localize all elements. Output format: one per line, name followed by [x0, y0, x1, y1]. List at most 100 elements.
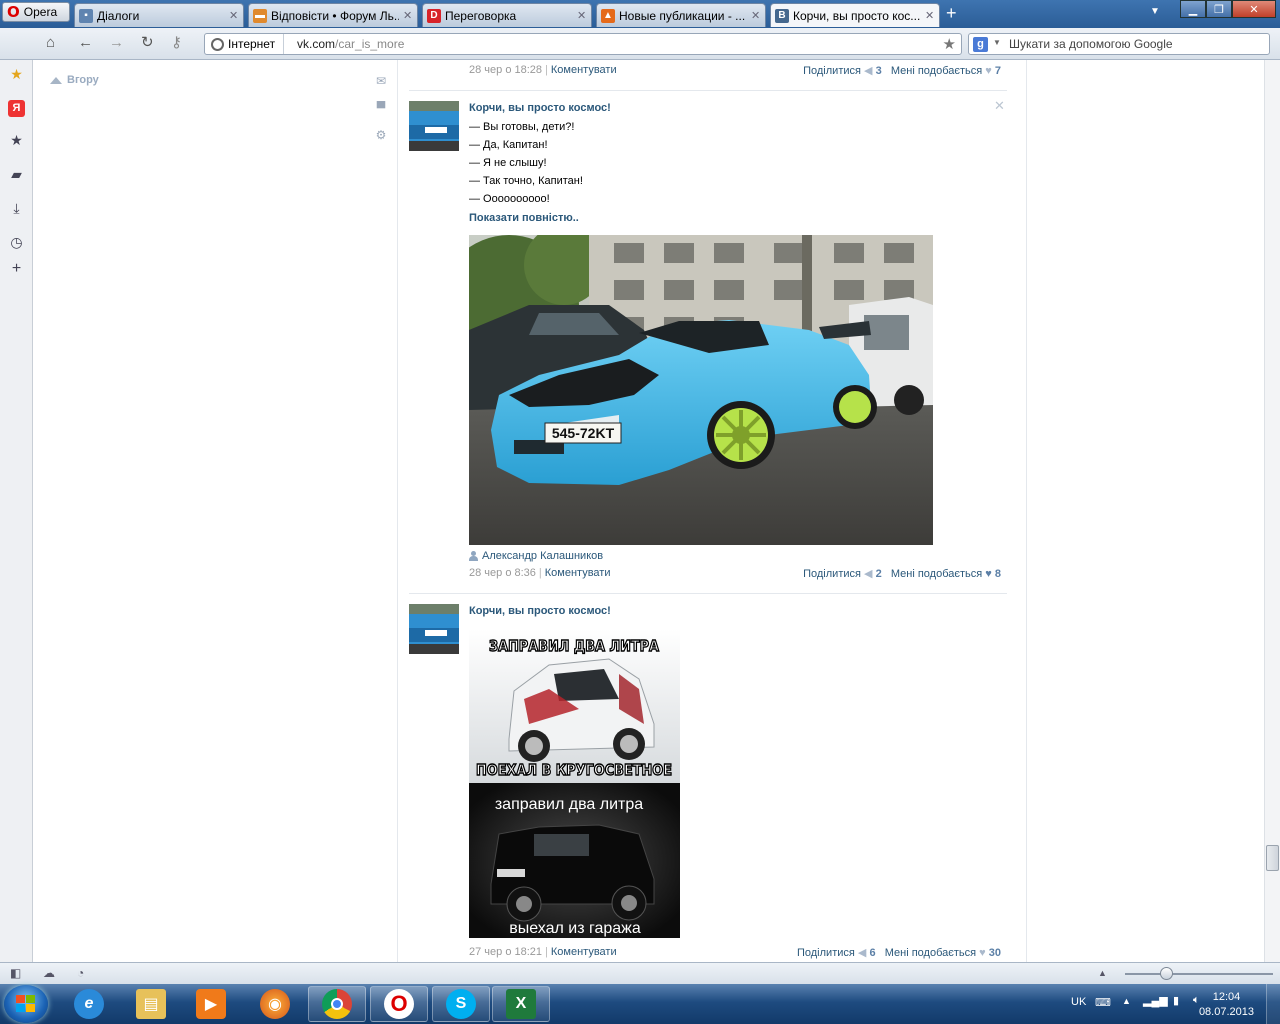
skype-app[interactable]: S: [432, 986, 490, 1022]
close-tab-icon[interactable]: ✕: [577, 9, 587, 22]
like-link[interactable]: Мені подобається: [885, 947, 976, 959]
zoom-slider-knob[interactable]: [1160, 967, 1173, 980]
google-icon[interactable]: g: [973, 37, 988, 52]
zoom-slider-track[interactable]: [1125, 973, 1273, 975]
turbo-speed-icon[interactable]: ◔: [77, 966, 84, 980]
comment-icon[interactable]: ▀: [374, 101, 388, 115]
chevron-down-icon[interactable]: ▼: [993, 38, 1001, 47]
comment-link[interactable]: Коментувати: [551, 946, 617, 958]
tray-chevron-up-icon[interactable]: ▲: [1122, 996, 1131, 1006]
post-signer[interactable]: Александр Калашников: [469, 550, 603, 562]
comment-link[interactable]: Коментувати: [551, 64, 617, 76]
security-zone[interactable]: Інтернет: [205, 34, 285, 54]
post-photo-meme[interactable]: ЗАПРАВИЛ ДВА ЛИТРА ПОЕХАЛ В КРУГОСВЕТНОЕ…: [469, 629, 680, 938]
windows-taskbar: e ▤ ▶ ◉ O S X UK ⌨ ▲ ▂▄▆ ▮ 🔈︎ 12:04 08.0…: [0, 984, 1280, 1024]
close-window-button[interactable]: ✕: [1232, 0, 1276, 18]
avatar[interactable]: [409, 101, 459, 151]
language-indicator[interactable]: UK: [1071, 996, 1086, 1008]
close-icon[interactable]: ✕: [994, 98, 1005, 114]
zoom-chevron-icon[interactable]: ▲: [1098, 968, 1107, 978]
share-count: 2: [875, 568, 882, 580]
star-icon[interactable]: ★: [8, 132, 25, 149]
power-icon[interactable]: ▮: [1173, 994, 1179, 1007]
new-tab-button[interactable]: +: [946, 4, 957, 22]
start-button[interactable]: [4, 985, 48, 1023]
close-tab-icon[interactable]: ✕: [751, 9, 761, 22]
heart-icon[interactable]: ♥: [979, 947, 986, 959]
back-icon[interactable]: ←: [78, 35, 93, 51]
post-actions: Поділитися ◀ 6 Мені подобається ♥ 30: [797, 946, 1001, 959]
scrollbar-thumb[interactable]: [1266, 845, 1279, 871]
tab-peregovorka[interactable]: D Переговорка ✕: [422, 3, 592, 27]
window-controls: ▁ ❐ ✕: [1180, 0, 1276, 18]
tab-korchi-active[interactable]: B Корчи, вы просто кос... ✕: [770, 3, 940, 27]
tab-title: Корчи, вы просто кос...: [793, 8, 921, 23]
panel-toggle-icon[interactable]: ◧: [10, 966, 21, 980]
home-icon[interactable]: ⌂: [46, 35, 55, 51]
signer-name[interactable]: Александр Калашников: [482, 550, 603, 562]
notes-icon[interactable]: ▰: [8, 166, 25, 183]
chrome-app[interactable]: [308, 986, 366, 1022]
opera-app[interactable]: O: [370, 986, 428, 1022]
share-link[interactable]: Поділитися: [803, 568, 861, 580]
search-field[interactable]: g ▼ Шукати за допомогою Google: [968, 33, 1270, 55]
tab-publications[interactable]: ▲ Новые публикации - ... ✕: [596, 3, 766, 27]
downloads-icon[interactable]: ⤓: [8, 200, 25, 217]
tab-forum[interactable]: ▬ Відповісти • Форум Ль... ✕: [248, 3, 418, 27]
close-tab-icon[interactable]: ✕: [925, 9, 935, 22]
share-count: 6: [869, 947, 876, 959]
tab-dialogs[interactable]: ▪ Діалоги ✕: [74, 3, 244, 27]
reload-icon[interactable]: ↻: [141, 35, 154, 51]
avatar[interactable]: [409, 604, 459, 654]
heart-icon[interactable]: ♥: [985, 65, 992, 77]
post-photo-car[interactable]: 545-72KT: [469, 235, 933, 545]
megaphone-icon: ◀: [864, 65, 873, 77]
post-divider: [409, 593, 1007, 594]
share-link[interactable]: Поділитися: [803, 65, 861, 77]
opera-unite-cloud-icon[interactable]: ☁: [43, 966, 55, 980]
mail-icon[interactable]: ✉: [374, 74, 388, 88]
close-tab-icon[interactable]: ✕: [229, 9, 239, 22]
megaphone-icon: ◀: [864, 568, 873, 580]
close-tab-icon[interactable]: ✕: [403, 9, 413, 22]
like-link[interactable]: Мені подобається: [891, 65, 982, 77]
share-link[interactable]: Поділитися: [797, 947, 855, 959]
network-signal-icon[interactable]: ▂▄▆: [1143, 994, 1168, 1007]
post-author-link[interactable]: Корчи, вы просто космос!: [469, 102, 611, 114]
bookmark-star-icon[interactable]: ★: [943, 35, 956, 53]
show-more-link[interactable]: Показати повністю..: [469, 212, 579, 224]
maximize-button[interactable]: ❐: [1206, 0, 1232, 18]
like-link[interactable]: Мені подобається: [891, 568, 982, 580]
add-panel-icon[interactable]: +: [8, 260, 25, 277]
yandex-icon[interactable]: Я: [8, 100, 25, 117]
history-clock-icon[interactable]: ◷: [8, 234, 25, 251]
post-date[interactable]: 28 чер о 8:36: [469, 567, 536, 579]
tab-list-chevron-icon[interactable]: ▼: [1150, 6, 1160, 17]
wand-key-icon[interactable]: ⚷: [171, 35, 182, 51]
show-desktop-button[interactable]: [1266, 984, 1280, 1024]
forward-icon[interactable]: →: [109, 35, 124, 51]
keyboard-icon[interactable]: ⌨: [1095, 996, 1111, 1009]
post-date[interactable]: 28 чер о 18:28: [469, 64, 542, 76]
status-bar: ◧ ☁ ◔ ▲: [0, 962, 1280, 984]
scroll-up-link[interactable]: Вгору: [50, 74, 99, 86]
opera-menu-button[interactable]: O Opera: [2, 2, 70, 22]
settings-gear-icon[interactable]: ⚙: [374, 128, 388, 142]
opera-logo-icon: O: [7, 3, 20, 21]
post-author-link[interactable]: Корчи, вы просто космос!: [469, 605, 611, 617]
firefox-app[interactable]: ◉: [246, 986, 304, 1022]
media-player-app[interactable]: ▶: [182, 986, 240, 1022]
vertical-scrollbar[interactable]: [1264, 60, 1280, 962]
url-text[interactable]: vk.com/car_is_more: [297, 37, 404, 51]
address-bar[interactable]: Інтернет vk.com/car_is_more ★: [204, 33, 962, 55]
minimize-button[interactable]: ▁: [1180, 0, 1206, 18]
excel-app[interactable]: X: [492, 986, 550, 1022]
explorer-app[interactable]: ▤: [122, 986, 180, 1022]
bookmarks-star-icon[interactable]: ★: [8, 66, 25, 83]
comment-link[interactable]: Коментувати: [545, 567, 611, 579]
ie-app[interactable]: e: [60, 986, 118, 1022]
clock[interactable]: 12:04 08.07.2013: [1199, 990, 1254, 1020]
chrome-icon: [322, 989, 352, 1019]
post-date[interactable]: 27 чер о 18:21: [469, 946, 542, 958]
heart-icon[interactable]: ♥: [985, 568, 992, 580]
